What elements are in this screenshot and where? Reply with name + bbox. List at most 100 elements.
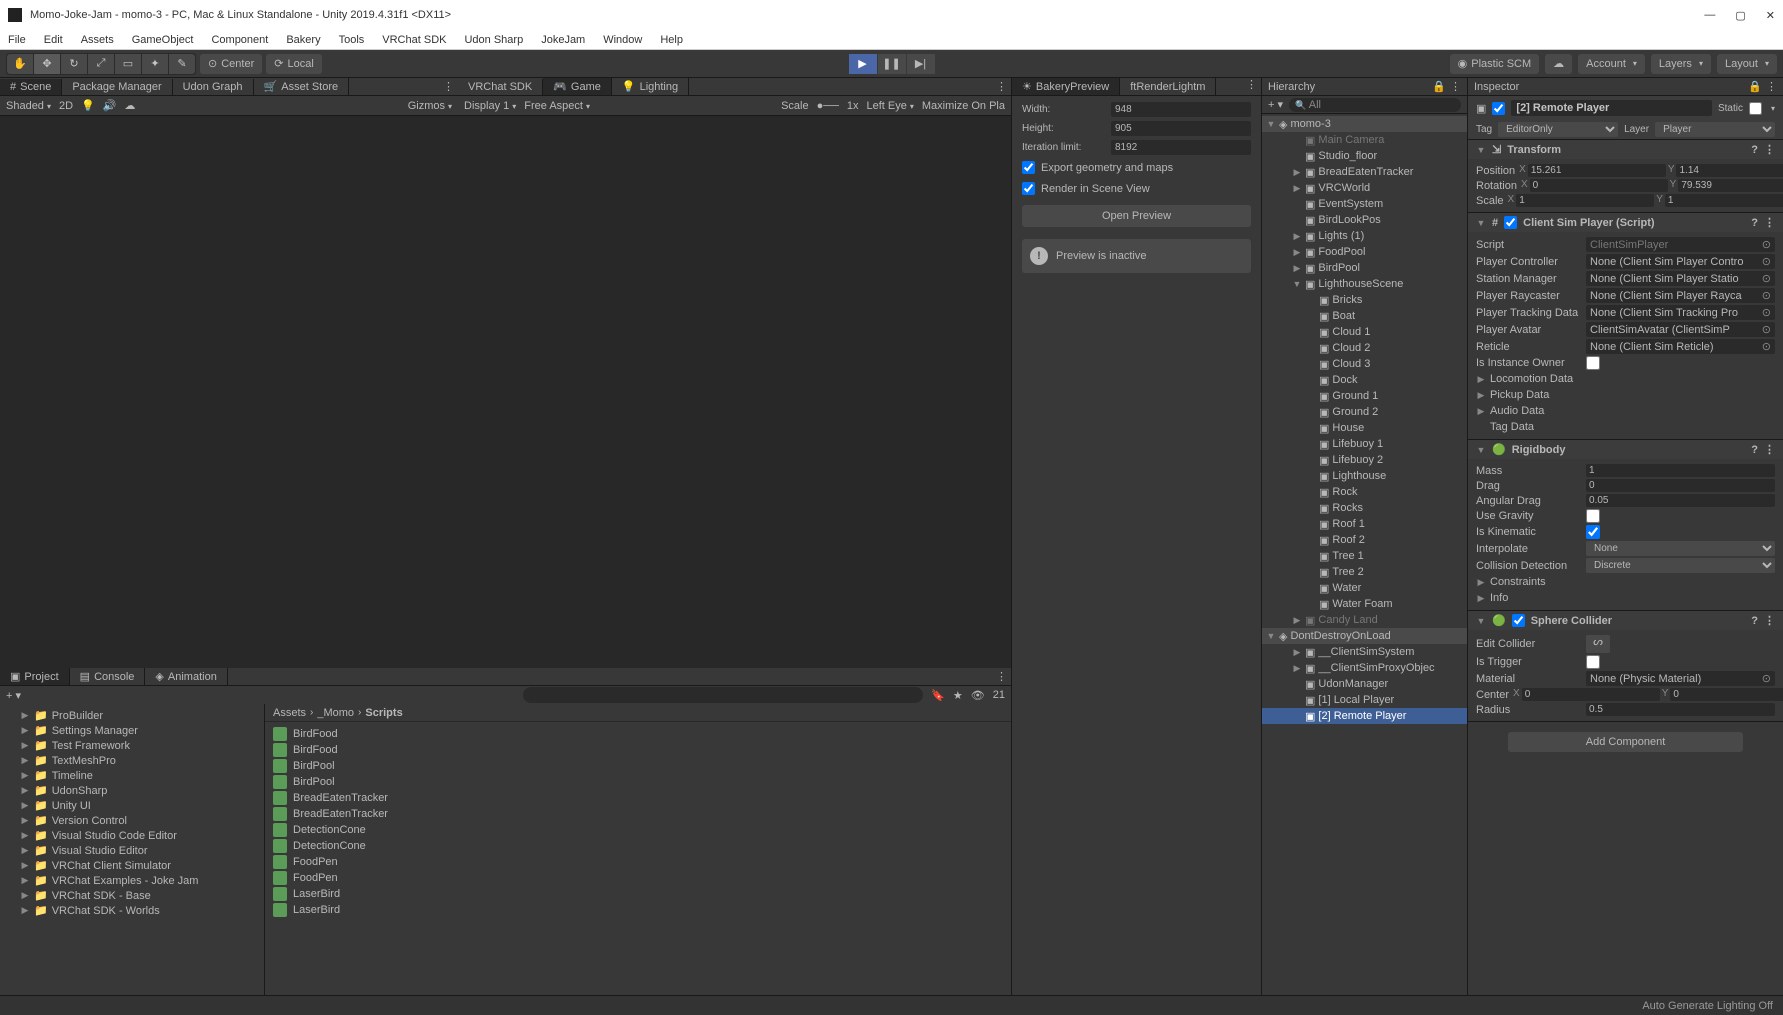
- project-folder[interactable]: ▶📁Test Framework: [0, 738, 264, 753]
- tab-project[interactable]: ▣ Project: [0, 668, 70, 685]
- inspector-lock-icon[interactable]: 🔒: [1748, 80, 1762, 93]
- bakery-height-input[interactable]: [1111, 121, 1251, 136]
- project-file[interactable]: DetectionCone: [265, 838, 1011, 854]
- hierarchy-item[interactable]: ▣EventSystem: [1262, 196, 1467, 212]
- tab-vrchat-sdk[interactable]: VRChat SDK: [458, 79, 543, 95]
- hierarchy-item[interactable]: ▣Water: [1262, 580, 1467, 596]
- hierarchy-item[interactable]: ▣Roof 2: [1262, 532, 1467, 548]
- breadcrumb[interactable]: Assets › _Momo › Scripts: [265, 704, 1011, 722]
- tab-package-manager[interactable]: Package Manager: [62, 79, 172, 95]
- hierarchy-item[interactable]: ▣Studio_floor: [1262, 148, 1467, 164]
- project-folder[interactable]: ▶📁UdonSharp: [0, 783, 264, 798]
- project-folder[interactable]: ▶📁VRChat SDK - Base: [0, 888, 264, 903]
- project-folder[interactable]: ▶📁TextMeshPro: [0, 753, 264, 768]
- pos-y[interactable]: [1676, 164, 1783, 177]
- menu-help[interactable]: Help: [660, 34, 683, 46]
- menu-udon-sharp[interactable]: Udon Sharp: [464, 34, 523, 46]
- menu-tools[interactable]: Tools: [339, 34, 365, 46]
- hierarchy-tree[interactable]: ▼◈momo-3▣Main Camera▣Studio_floor▶▣Bread…: [1262, 114, 1467, 995]
- play-button[interactable]: ▶: [849, 54, 877, 74]
- project-file[interactable]: BirdFood: [265, 742, 1011, 758]
- static-checkbox[interactable]: [1749, 102, 1762, 115]
- rotate-tool[interactable]: ↻: [61, 54, 87, 74]
- menu-vrchat-sdk[interactable]: VRChat SDK: [382, 34, 446, 46]
- export-geometry-checkbox[interactable]: [1022, 161, 1035, 174]
- tab-ftrender[interactable]: ftRenderLightm: [1120, 78, 1216, 95]
- hierarchy-item[interactable]: ▣Roof 1: [1262, 516, 1467, 532]
- shading-dropdown[interactable]: Shaded: [6, 100, 51, 112]
- layers-dropdown[interactable]: Layers: [1651, 54, 1711, 74]
- sphere-enabled-checkbox[interactable]: [1512, 614, 1525, 627]
- hierarchy-item[interactable]: ▶▣VRCWorld: [1262, 180, 1467, 196]
- pickup-foldout[interactable]: ▶Pickup Data: [1476, 387, 1775, 403]
- component-menu-icon[interactable]: ⋮: [1764, 443, 1775, 456]
- project-file[interactable]: BirdPool: [265, 774, 1011, 790]
- tab-overflow[interactable]: ⋮: [1242, 78, 1261, 95]
- component-help-icon[interactable]: ?: [1751, 217, 1758, 229]
- component-help-icon[interactable]: ?: [1751, 615, 1758, 627]
- project-file[interactable]: DetectionCone: [265, 822, 1011, 838]
- pause-button[interactable]: ❚❚: [878, 54, 906, 74]
- project-file[interactable]: LaserBird: [265, 886, 1011, 902]
- player-avatar-field[interactable]: ClientSimAvatar (ClientSimP⊙: [1586, 322, 1775, 337]
- project-create-button[interactable]: + ▾: [6, 689, 21, 702]
- clientsim-enabled-checkbox[interactable]: [1504, 216, 1517, 229]
- tab-overflow[interactable]: ⋮: [992, 670, 1011, 683]
- info-foldout[interactable]: ▶Info: [1476, 590, 1775, 606]
- center-x[interactable]: [1522, 688, 1660, 701]
- bakery-width-input[interactable]: [1111, 102, 1251, 117]
- hierarchy-item[interactable]: ▶▣BirdPool: [1262, 260, 1467, 276]
- tab-overflow[interactable]: ⋮: [439, 80, 458, 93]
- hierarchy-item[interactable]: ▶▣BreadEatenTracker: [1262, 164, 1467, 180]
- is-trigger-checkbox[interactable]: [1586, 655, 1600, 669]
- custom-tool[interactable]: ✎: [169, 54, 195, 74]
- component-menu-icon[interactable]: ⋮: [1764, 143, 1775, 156]
- scale-slider[interactable]: ●──: [817, 100, 839, 112]
- hierarchy-item[interactable]: ▣Boat: [1262, 308, 1467, 324]
- render-scene-checkbox[interactable]: [1022, 182, 1035, 195]
- player-raycaster-field[interactable]: None (Client Sim Player Rayca⊙: [1586, 288, 1775, 303]
- edit-collider-button[interactable]: ᔕ: [1586, 635, 1610, 653]
- tab-scene[interactable]: # Scene: [0, 79, 62, 95]
- menu-jokejam[interactable]: JokeJam: [541, 34, 585, 46]
- collision-dropdown[interactable]: Discrete: [1586, 558, 1775, 573]
- tracking-data-field[interactable]: None (Client Sim Tracking Pro⊙: [1586, 305, 1775, 320]
- tab-animation[interactable]: ◈ Animation: [145, 668, 227, 685]
- handle-toggle[interactable]: ⟳Local: [266, 54, 322, 74]
- eye-dropdown[interactable]: Left Eye: [866, 100, 913, 112]
- hierarchy-item[interactable]: ▣Dock: [1262, 372, 1467, 388]
- inspector-menu-icon[interactable]: ⋮: [1766, 80, 1777, 93]
- tab-game[interactable]: 🎮 Game: [543, 78, 612, 95]
- hierarchy-item[interactable]: ▣Bricks: [1262, 292, 1467, 308]
- gameobject-active-checkbox[interactable]: [1492, 102, 1505, 115]
- display-dropdown[interactable]: Display 1: [464, 100, 516, 112]
- maximize-button[interactable]: ▢: [1735, 9, 1745, 22]
- constraints-foldout[interactable]: ▶Constraints: [1476, 574, 1775, 590]
- physic-material-field[interactable]: None (Physic Material)⊙: [1586, 671, 1775, 686]
- locomotion-foldout[interactable]: ▶Locomotion Data: [1476, 371, 1775, 387]
- aspect-dropdown[interactable]: Free Aspect: [524, 100, 590, 112]
- reticle-field[interactable]: None (Client Sim Reticle)⊙: [1586, 339, 1775, 354]
- pos-x[interactable]: [1528, 164, 1666, 177]
- close-button[interactable]: ✕: [1766, 9, 1775, 22]
- hierarchy-item[interactable]: ▣Rock: [1262, 484, 1467, 500]
- hierarchy-item[interactable]: ▼◈momo-3: [1262, 116, 1467, 132]
- hierarchy-item[interactable]: ▶▣__ClientSimSystem: [1262, 644, 1467, 660]
- project-folder[interactable]: ▶📁Visual Studio Code Editor: [0, 828, 264, 843]
- hierarchy-item[interactable]: ▶▣FoodPool: [1262, 244, 1467, 260]
- hierarchy-item[interactable]: ▣Ground 1: [1262, 388, 1467, 404]
- drag-input[interactable]: [1586, 479, 1775, 492]
- menu-edit[interactable]: Edit: [44, 34, 63, 46]
- project-folder[interactable]: ▶📁VRChat Client Simulator: [0, 858, 264, 873]
- project-file[interactable]: LaserBird: [265, 902, 1011, 918]
- hierarchy-item[interactable]: ▣Main Camera: [1262, 132, 1467, 148]
- menu-assets[interactable]: Assets: [81, 34, 114, 46]
- is-instance-owner-checkbox[interactable]: [1586, 356, 1600, 370]
- project-files[interactable]: BirdFoodBirdFoodBirdPoolBirdPoolBreadEat…: [265, 722, 1011, 995]
- project-hidden-icon[interactable]: 👁: [971, 689, 985, 702]
- hierarchy-item[interactable]: ▣Rocks: [1262, 500, 1467, 516]
- hierarchy-item[interactable]: ▣Lighthouse: [1262, 468, 1467, 484]
- hierarchy-item[interactable]: ▶▣Candy Land: [1262, 612, 1467, 628]
- radius-input[interactable]: [1586, 703, 1775, 716]
- scene-fx-toggle[interactable]: ☁: [124, 99, 135, 112]
